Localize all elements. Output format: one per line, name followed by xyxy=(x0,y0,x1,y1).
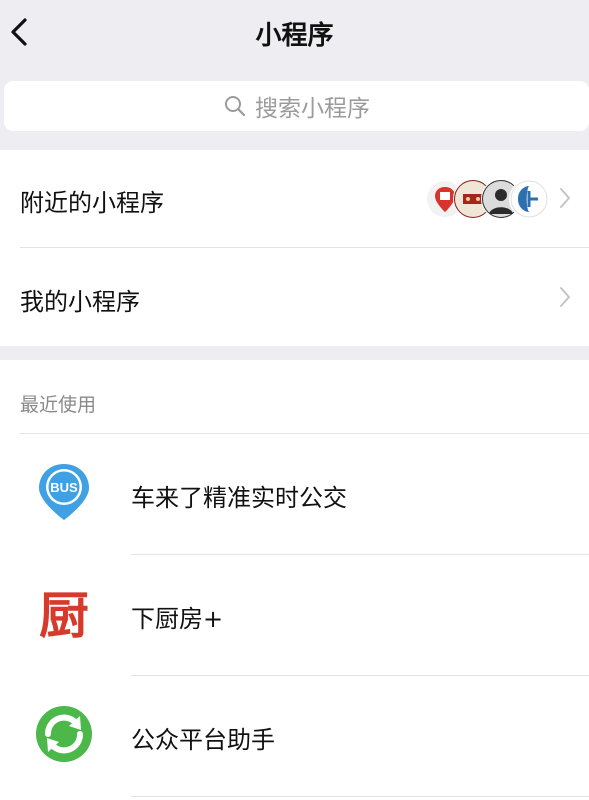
search-icon xyxy=(225,96,246,117)
nearby-avatars xyxy=(425,179,549,219)
nearby-mini-programs-row[interactable]: 附近的小程序 xyxy=(0,150,589,247)
divider xyxy=(131,796,589,797)
kitchen-icon-label: 厨 xyxy=(39,587,89,643)
search-bar[interactable]: 搜索小程序 xyxy=(4,81,589,131)
recent-app-name: 下厨房+ xyxy=(131,605,224,633)
recent-section: 最近使用 BUS 车来了精准实时公交 厨 下厨房+ 公众平台助手 xyxy=(0,360,589,800)
green-arrows-icon xyxy=(36,706,92,762)
recent-app-kitchen[interactable]: 厨 下厨房+ xyxy=(0,555,589,675)
nearby-avatar-4 xyxy=(509,179,549,219)
recent-app-bus[interactable]: BUS 车来了精准实时公交 xyxy=(0,434,589,554)
bus-location-icon: BUS xyxy=(39,464,89,520)
chevron-right-icon xyxy=(560,287,570,307)
kitchen-icon: 厨 xyxy=(39,587,89,643)
my-mini-programs-row[interactable]: 我的小程序 xyxy=(0,248,589,346)
recent-app-name: 公众平台助手 xyxy=(131,726,275,754)
recent-app-name: 车来了精准实时公交 xyxy=(131,484,347,512)
nearby-mini-programs-label: 附近的小程序 xyxy=(20,189,164,217)
chevron-right-icon xyxy=(560,188,570,208)
bus-icon-label: BUS xyxy=(50,480,78,495)
recent-header: 最近使用 xyxy=(20,394,97,416)
search-placeholder: 搜索小程序 xyxy=(255,96,370,122)
my-mini-programs-label: 我的小程序 xyxy=(20,288,140,316)
nav-bar: 小程序 xyxy=(0,0,589,66)
mini-program-menu: 附近的小程序 我的小程序 xyxy=(0,150,589,346)
recent-app-mp-assistant[interactable]: 公众平台助手 xyxy=(0,676,589,796)
page-title: 小程序 xyxy=(255,21,334,51)
